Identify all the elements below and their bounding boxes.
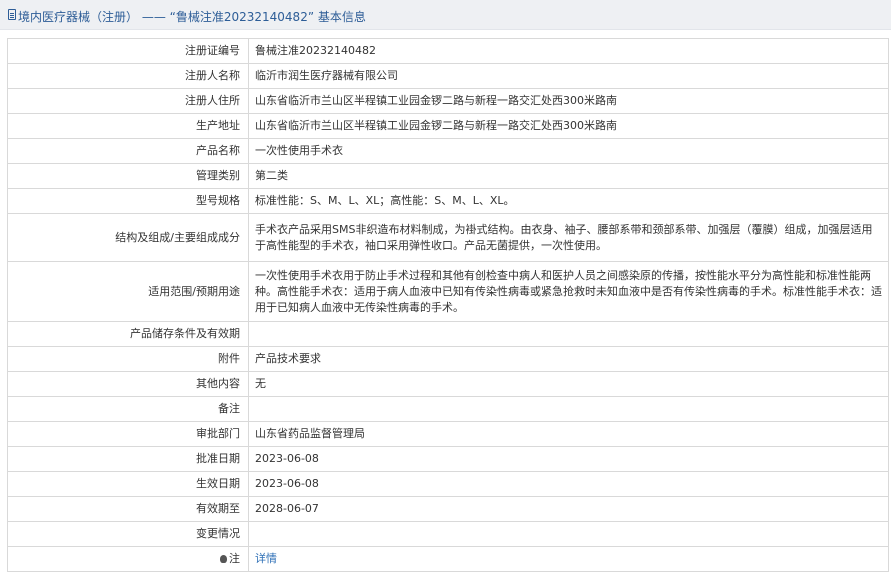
details-link[interactable]: 详情 [255, 552, 277, 565]
note-label-cell: 注 [7, 546, 249, 572]
table-row: 管理类别 第二类 [7, 163, 889, 189]
row-value: 2023-06-08 [248, 471, 889, 497]
row-value: 山东省临沂市兰山区半程镇工业园金锣二路与新程一路交汇处西300米路南 [248, 113, 889, 139]
table-row: 审批部门 山东省药品监督管理局 [7, 421, 889, 447]
row-label: 批准日期 [7, 446, 249, 472]
lightbulb-icon [220, 555, 227, 563]
table-row: 备注 [7, 396, 889, 422]
table-row: 变更情况 [7, 521, 889, 547]
row-value: 一次性使用手术衣 [248, 138, 889, 164]
table-row: 注册证编号 鲁械注准20232140482 [7, 38, 889, 64]
row-label: 管理类别 [7, 163, 249, 189]
row-value: 山东省药品监督管理局 [248, 421, 889, 447]
row-value: 第二类 [248, 163, 889, 189]
row-label: 注册人名称 [7, 63, 249, 89]
document-icon [8, 9, 16, 20]
row-label: 生效日期 [7, 471, 249, 497]
row-value-text: 一次性使用手术衣用于防止手术过程和其他有创检查中病人和医护人员之间感染原的传播，… [255, 268, 882, 314]
table-row: 型号规格 标准性能：S、M、L、XL；高性能：S、M、L、XL。 [7, 188, 889, 214]
row-value: 一次性使用手术衣用于防止手术过程和其他有创检查中病人和医护人员之间感染原的传播，… [248, 261, 889, 322]
page-title: 境内医疗器械（注册） —— “鲁械注准20232140482” 基本信息 [18, 10, 366, 24]
note-label: 注 [229, 552, 240, 565]
page-header: 境内医疗器械（注册） —— “鲁械注准20232140482” 基本信息 [0, 0, 891, 30]
row-value-text: 手术衣产品采用SMS非织造布材料制成，为褂式结构。由衣身、袖子、腰部系带和颈部系… [255, 222, 873, 252]
row-label: 备注 [7, 396, 249, 422]
table-row: 附件 产品技术要求 [7, 346, 889, 372]
row-value [248, 521, 889, 547]
row-label: 型号规格 [7, 188, 249, 214]
row-label: 注册人住所 [7, 88, 249, 114]
table-row: 产品名称 一次性使用手术衣 [7, 138, 889, 164]
note-value: 详情 [248, 546, 889, 572]
row-label: 变更情况 [7, 521, 249, 547]
table-row: 适用范围/预期用途 一次性使用手术衣用于防止手术过程和其他有创检查中病人和医护人… [7, 261, 889, 322]
row-value: 山东省临沂市兰山区半程镇工业园金锣二路与新程一路交汇处西300米路南 [248, 88, 889, 114]
table-row: 注册人住所 山东省临沂市兰山区半程镇工业园金锣二路与新程一路交汇处西300米路南 [7, 88, 889, 114]
info-table: 注册证编号 鲁械注准20232140482 注册人名称 临沂市润生医疗器械有限公… [7, 38, 889, 572]
row-value: 鲁械注准20232140482 [248, 38, 889, 64]
table-row: 生产地址 山东省临沂市兰山区半程镇工业园金锣二路与新程一路交汇处西300米路南 [7, 113, 889, 139]
row-value: 产品技术要求 [248, 346, 889, 372]
row-value: 2028-06-07 [248, 496, 889, 522]
row-label: 结构及组成/主要组成成分 [7, 213, 249, 262]
row-label: 有效期至 [7, 496, 249, 522]
row-label: 其他内容 [7, 371, 249, 397]
table-row: 注 详情 [7, 546, 889, 572]
row-label: 审批部门 [7, 421, 249, 447]
table-row: 结构及组成/主要组成成分 手术衣产品采用SMS非织造布材料制成，为褂式结构。由衣… [7, 213, 889, 262]
table-row: 其他内容 无 [7, 371, 889, 397]
row-label: 产品名称 [7, 138, 249, 164]
row-value: 2023-06-08 [248, 446, 889, 472]
row-value: 临沂市润生医疗器械有限公司 [248, 63, 889, 89]
table-row: 注册人名称 临沂市润生医疗器械有限公司 [7, 63, 889, 89]
row-value [248, 396, 889, 422]
table-row: 生效日期 2023-06-08 [7, 471, 889, 497]
table-row: 产品储存条件及有效期 [7, 321, 889, 347]
row-value: 手术衣产品采用SMS非织造布材料制成，为褂式结构。由衣身、袖子、腰部系带和颈部系… [248, 213, 889, 262]
row-label: 产品储存条件及有效期 [7, 321, 249, 347]
row-value: 无 [248, 371, 889, 397]
row-value: 标准性能：S、M、L、XL；高性能：S、M、L、XL。 [248, 188, 889, 214]
row-label: 适用范围/预期用途 [7, 261, 249, 322]
table-row: 批准日期 2023-06-08 [7, 446, 889, 472]
row-value [248, 321, 889, 347]
row-label: 生产地址 [7, 113, 249, 139]
row-label: 注册证编号 [7, 38, 249, 64]
table-row: 有效期至 2028-06-07 [7, 496, 889, 522]
row-label: 附件 [7, 346, 249, 372]
